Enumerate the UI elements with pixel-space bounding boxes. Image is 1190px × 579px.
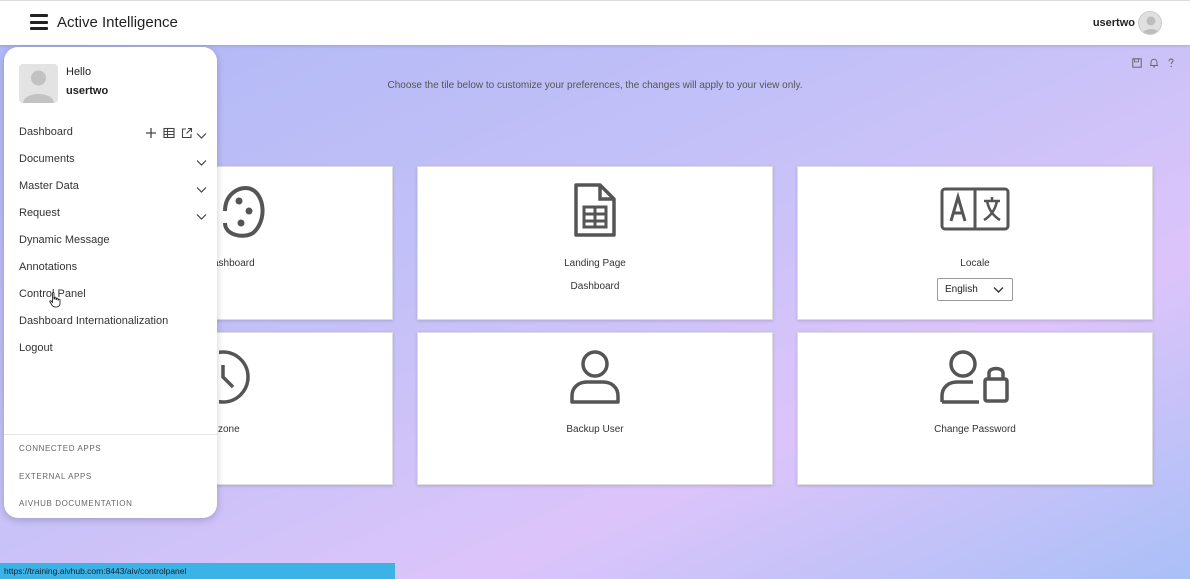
save-icon[interactable] (1132, 55, 1142, 68)
menu-item-annotations[interactable]: Annotations (19, 256, 209, 278)
tile-label: Locale (960, 258, 990, 269)
avatar (19, 64, 58, 103)
table-icon[interactable] (163, 125, 175, 139)
tile-backup-user[interactable]: Backup User (417, 332, 773, 485)
tile-label: Change Password (934, 424, 1016, 435)
connected-apps-link[interactable]: CONNECTED APPS (19, 444, 101, 453)
plus-icon[interactable] (145, 125, 157, 138)
help-icon[interactable] (1166, 55, 1176, 68)
user-lock-icon (939, 347, 1011, 410)
user-icon (569, 347, 621, 410)
menu-item-label: Logout (19, 342, 53, 354)
menu-item-label: Dynamic Message (19, 234, 110, 246)
menu-item-logout[interactable]: Logout (19, 337, 209, 359)
top-bar: Active Intelligence usertwo (0, 0, 1190, 45)
chevron-down-icon[interactable] (196, 181, 207, 203)
hand-cursor-icon (49, 292, 61, 313)
menu-item-label: Documents (19, 153, 75, 165)
tile-label: ashboard (213, 258, 255, 269)
menu-item-label: Dashboard Internationalization (19, 315, 169, 327)
avatar-icon[interactable] (1138, 11, 1162, 35)
locale-selected-value: English (945, 284, 978, 295)
menu-item-dashboard-internationalization[interactable]: Dashboard Internationalization (19, 310, 209, 332)
chevron-down-icon[interactable] (196, 154, 207, 176)
menu-item-label: Dashboard (19, 126, 73, 138)
drawer-username: usertwo (66, 85, 109, 97)
dashboard-actions (145, 125, 193, 139)
app-title: Active Intelligence (57, 14, 178, 31)
clock-icon (196, 347, 279, 412)
header-username[interactable]: usertwo (1093, 17, 1135, 29)
menu-icon[interactable] (30, 14, 48, 30)
chevron-down-icon[interactable] (196, 127, 207, 149)
translate-icon (940, 187, 1010, 236)
menu-item-label: Annotations (19, 261, 78, 273)
menu-item-label: Master Data (19, 180, 79, 192)
tile-label: Backup User (566, 424, 624, 435)
tile-landing-page[interactable]: Landing Page Dashboard (417, 166, 773, 320)
sheet-document-icon (572, 181, 618, 244)
toolbar-icons (1132, 55, 1176, 68)
menu-item-dynamic-message[interactable]: Dynamic Message (19, 229, 209, 251)
menu-item-master-data[interactable]: Master Data (19, 175, 209, 197)
menu-item-label: Request (19, 207, 60, 219)
external-link-icon[interactable] (181, 125, 193, 139)
menu-item-request[interactable]: Request (19, 202, 209, 224)
side-drawer: Hello usertwo Dashboard Documents Master… (4, 47, 217, 518)
greeting: Hello (66, 66, 92, 78)
tile-locale[interactable]: Locale English (797, 166, 1153, 320)
menu-item-documents[interactable]: Documents (19, 148, 209, 170)
tile-change-password[interactable]: Change Password (797, 332, 1153, 485)
external-apps-link[interactable]: EXTERNAL APPS (19, 472, 92, 481)
bell-icon[interactable] (1149, 55, 1159, 68)
menu-item-control-panel[interactable]: Control Panel (19, 283, 209, 305)
tile-value: Dashboard (570, 281, 620, 292)
locale-select[interactable]: English (937, 278, 1013, 301)
palette-icon (221, 181, 271, 246)
status-bar-url: https://training.aivhub.com:8443/aiv/con… (0, 563, 395, 579)
chevron-down-icon[interactable] (196, 208, 207, 230)
tile-label: Landing Page (564, 258, 626, 269)
tile-label: zone (218, 424, 240, 435)
divider (4, 434, 217, 435)
menu-item-dashboard[interactable]: Dashboard (19, 121, 209, 143)
aivhub-documentation-link[interactable]: AIVHUB DOCUMENTATION (19, 499, 132, 508)
chevron-down-icon (993, 284, 1004, 298)
